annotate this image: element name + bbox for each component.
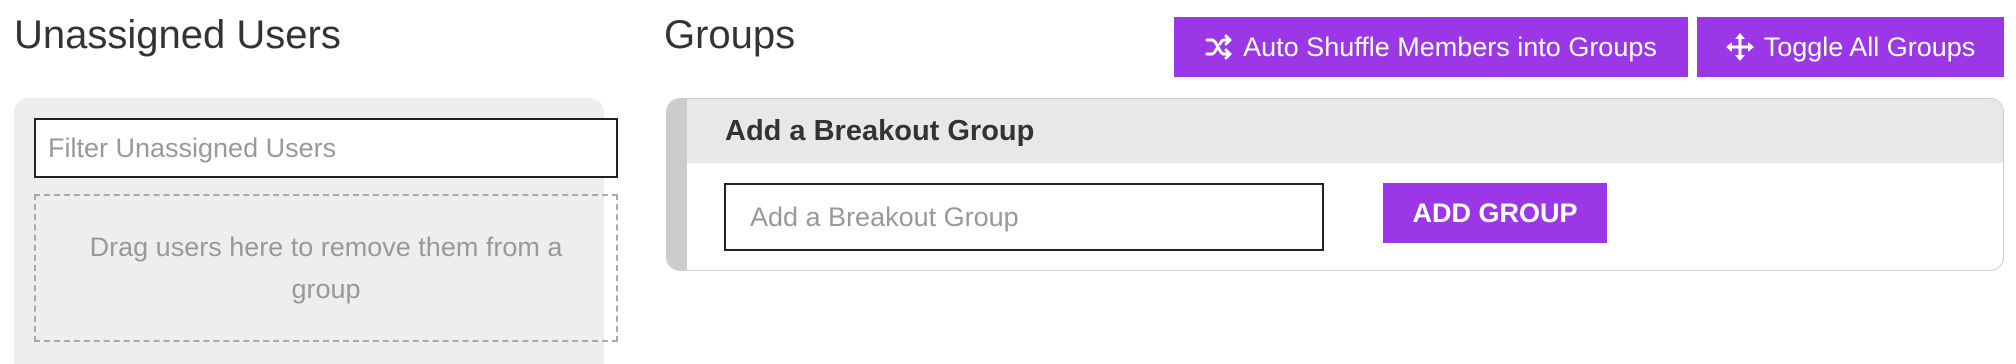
- unassigned-drop-zone[interactable]: Drag users here to remove them from a gr…: [34, 194, 618, 342]
- unassigned-users-title: Unassigned Users: [14, 13, 341, 57]
- add-group-card-title: Add a Breakout Group: [725, 114, 1035, 147]
- add-group-card-header: Add a Breakout Group: [687, 99, 2003, 163]
- auto-shuffle-label: Auto Shuffle Members into Groups: [1243, 31, 1657, 62]
- drop-zone-hint: Drag users here to remove them from a gr…: [89, 232, 563, 304]
- toggle-all-groups-button[interactable]: Toggle All Groups: [1697, 17, 2004, 77]
- add-breakout-group-card: Add a Breakout Group ADD GROUP: [666, 98, 2004, 271]
- auto-shuffle-button[interactable]: Auto Shuffle Members into Groups: [1174, 17, 1688, 77]
- add-group-button[interactable]: ADD GROUP: [1383, 183, 1607, 243]
- breakout-group-name-input[interactable]: [724, 183, 1324, 251]
- toggle-all-groups-label: Toggle All Groups: [1763, 31, 1976, 62]
- move-arrows-icon: [1725, 33, 1754, 61]
- groups-title: Groups: [664, 13, 796, 57]
- shuffle-icon: [1205, 33, 1233, 61]
- card-accent-bar: [667, 99, 687, 270]
- unassigned-users-panel: Drag users here to remove them from a gr…: [14, 98, 618, 364]
- filter-unassigned-users-input[interactable]: [34, 118, 618, 178]
- breakout-groups-page: Unassigned Users Drag users here to remo…: [0, 0, 2016, 364]
